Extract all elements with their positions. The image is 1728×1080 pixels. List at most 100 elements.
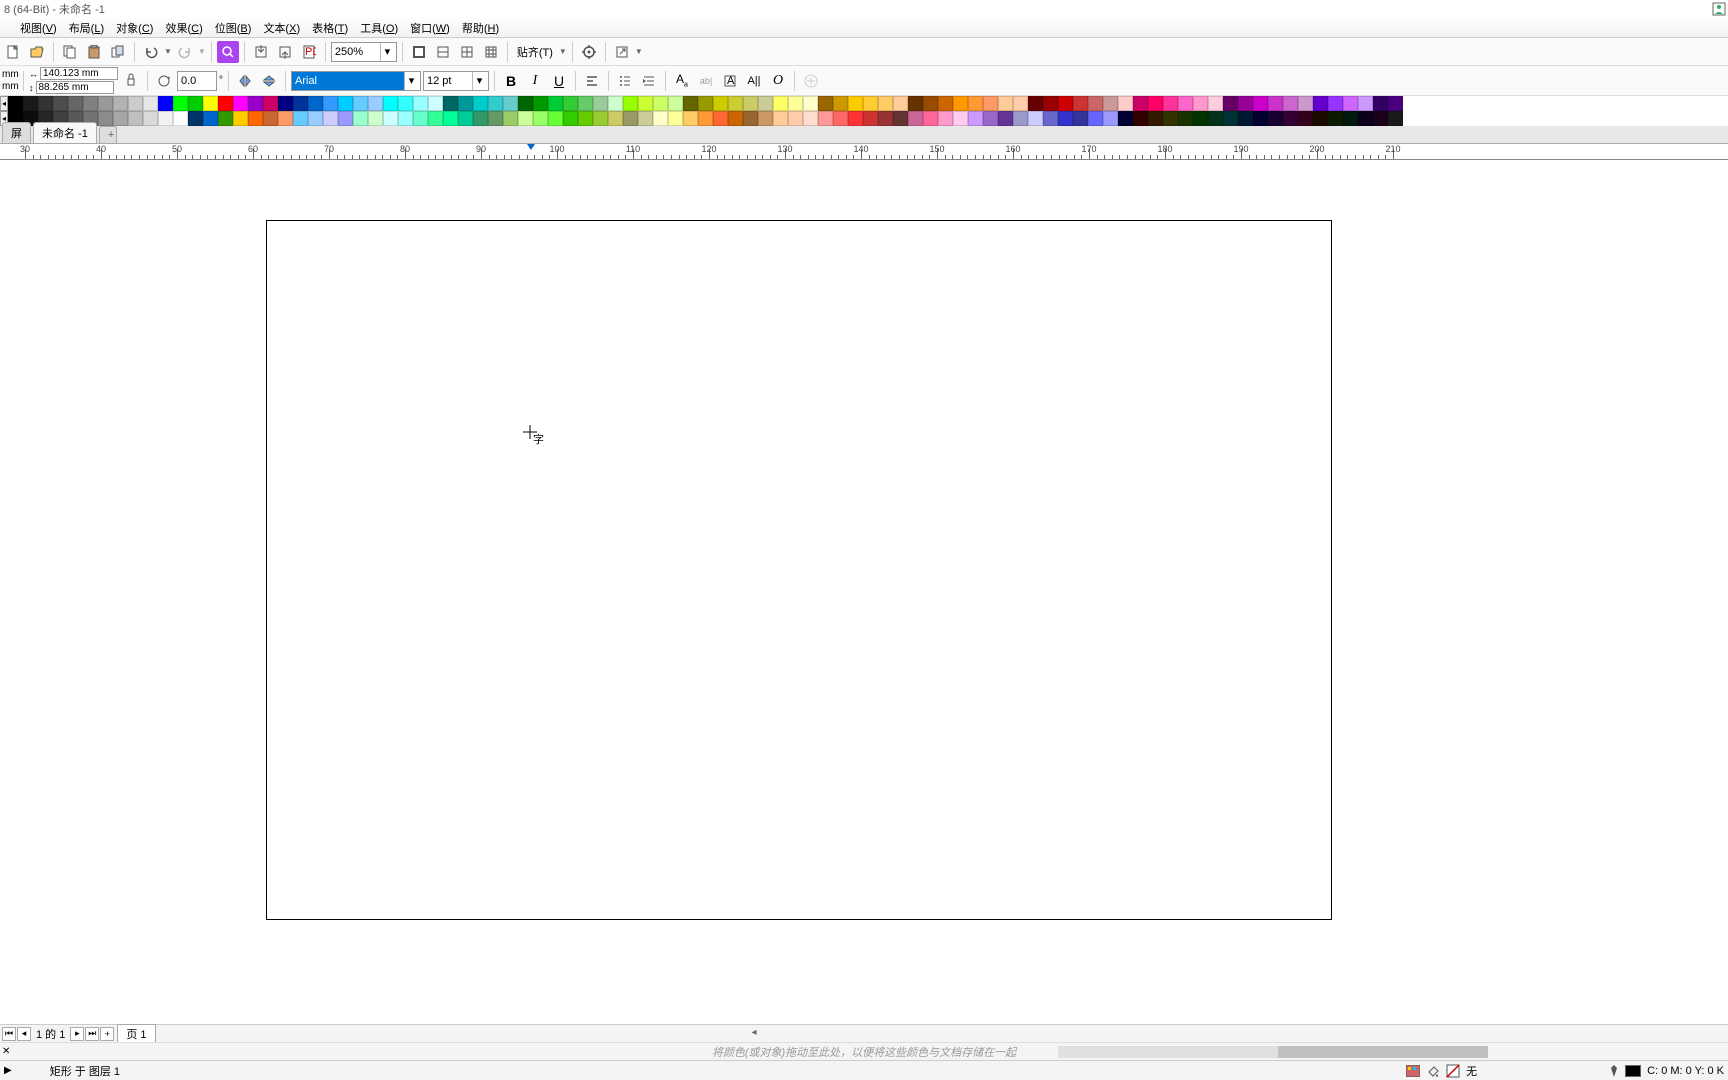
color-swatch[interactable] (788, 111, 803, 126)
color-swatch[interactable] (473, 111, 488, 126)
color-swatch[interactable] (833, 111, 848, 126)
color-swatch[interactable] (608, 96, 623, 111)
color-swatch[interactable] (383, 111, 398, 126)
color-swatch[interactable] (1133, 96, 1148, 111)
color-swatch[interactable] (908, 96, 923, 111)
color-swatch[interactable] (458, 96, 473, 111)
color-swatch[interactable] (728, 111, 743, 126)
color-swatch[interactable] (413, 96, 428, 111)
user-icon[interactable] (1712, 2, 1726, 16)
color-swatch[interactable] (278, 111, 293, 126)
outline-swatch[interactable] (1625, 1065, 1641, 1077)
color-swatch[interactable] (938, 111, 953, 126)
color-swatch[interactable] (773, 96, 788, 111)
color-swatch[interactable] (263, 111, 278, 126)
color-swatch[interactable] (1253, 96, 1268, 111)
color-swatch[interactable] (818, 111, 833, 126)
color-swatch[interactable] (863, 111, 878, 126)
color-swatch[interactable] (863, 96, 878, 111)
color-swatch[interactable] (1058, 96, 1073, 111)
color-swatch[interactable] (1118, 96, 1133, 111)
color-swatch[interactable] (278, 96, 293, 111)
chevron-down-icon[interactable]: ▾ (380, 43, 394, 61)
color-swatch[interactable] (1388, 96, 1403, 111)
color-swatch[interactable] (968, 96, 983, 111)
menu-view[interactable]: 视图(V) (14, 18, 63, 38)
color-swatch[interactable] (1313, 111, 1328, 126)
color-swatch[interactable] (743, 96, 758, 111)
h-scrollbar[interactable] (1058, 1046, 1478, 1058)
char-format-icon[interactable]: Aa (671, 70, 693, 92)
color-swatch[interactable] (1208, 111, 1223, 126)
color-swatch[interactable] (563, 111, 578, 126)
color-swatch[interactable] (548, 111, 563, 126)
color-swatch[interactable] (1103, 96, 1118, 111)
color-swatch[interactable] (848, 111, 863, 126)
color-swatch[interactable] (1193, 96, 1208, 111)
italic-icon[interactable]: I (524, 70, 546, 92)
new-icon[interactable] (2, 41, 24, 63)
color-swatch[interactable] (938, 96, 953, 111)
open-icon[interactable] (26, 41, 48, 63)
color-swatch[interactable] (548, 96, 563, 111)
color-swatch[interactable] (8, 96, 23, 111)
scroll-close-icon[interactable]: ✕ (2, 1046, 10, 1057)
color-swatch[interactable] (1223, 111, 1238, 126)
color-swatch[interactable] (143, 111, 158, 126)
color-swatch[interactable] (623, 96, 638, 111)
menu-file[interactable] (2, 26, 14, 30)
color-swatch[interactable] (923, 111, 938, 126)
color-swatch[interactable] (503, 111, 518, 126)
menu-effect[interactable]: 效果(C) (159, 18, 208, 38)
rotation-input[interactable] (177, 71, 217, 91)
fullscreen-icon[interactable] (408, 41, 430, 63)
color-swatch[interactable] (158, 96, 173, 111)
fill-bucket-icon[interactable] (1426, 1064, 1440, 1078)
color-swatch[interactable] (668, 111, 683, 126)
color-swatch[interactable] (593, 111, 608, 126)
page-tab[interactable]: 页 1 (117, 1024, 155, 1044)
menu-text[interactable]: 文本(X) (257, 18, 306, 38)
grid1-icon[interactable] (432, 41, 454, 63)
bold-icon[interactable]: B (500, 70, 522, 92)
color-swatch[interactable] (788, 96, 803, 111)
color-swatch[interactable] (398, 111, 413, 126)
font-combo[interactable]: ▾ (291, 71, 421, 91)
color-swatch[interactable] (218, 96, 233, 111)
color-swatch[interactable] (1043, 96, 1058, 111)
color-swatch[interactable] (1148, 111, 1163, 126)
color-swatch[interactable] (203, 111, 218, 126)
color-swatch[interactable] (953, 111, 968, 126)
color-swatch[interactable] (1343, 96, 1358, 111)
color-swatch[interactable] (1178, 96, 1193, 111)
color-swatch[interactable] (893, 111, 908, 126)
color-swatch[interactable] (1388, 111, 1403, 126)
grid3-icon[interactable] (480, 41, 502, 63)
bullets-icon[interactable] (614, 70, 636, 92)
scroll-left-icon[interactable]: ◂ (752, 1027, 757, 1038)
color-swatch[interactable] (1133, 111, 1148, 126)
fontsize-input[interactable] (424, 72, 472, 90)
page-last-icon[interactable]: ⏭ (85, 1027, 99, 1041)
width-input[interactable] (40, 67, 118, 80)
tab-current[interactable]: 未命名 -1 (33, 122, 97, 143)
import-icon[interactable] (250, 41, 272, 63)
color-swatch[interactable] (113, 111, 128, 126)
color-swatch[interactable] (773, 111, 788, 126)
color-swatch[interactable] (1088, 111, 1103, 126)
scrollbar-thumb[interactable] (1278, 1046, 1488, 1058)
color-swatch[interactable] (383, 96, 398, 111)
color-swatch[interactable] (758, 96, 773, 111)
color-swatch[interactable] (1283, 96, 1298, 111)
menu-tools[interactable]: 工具(O) (354, 18, 404, 38)
color-swatch[interactable] (233, 111, 248, 126)
color-swatch[interactable] (1103, 111, 1118, 126)
color-swatch[interactable] (293, 111, 308, 126)
color-swatch[interactable] (338, 111, 353, 126)
palette-left-icon[interactable]: ◂ (0, 96, 8, 111)
export-icon[interactable] (274, 41, 296, 63)
color-swatch[interactable] (983, 111, 998, 126)
color-swatch[interactable] (1148, 96, 1163, 111)
color-swatch[interactable] (728, 96, 743, 111)
canvas[interactable]: 字 (0, 160, 1728, 1024)
